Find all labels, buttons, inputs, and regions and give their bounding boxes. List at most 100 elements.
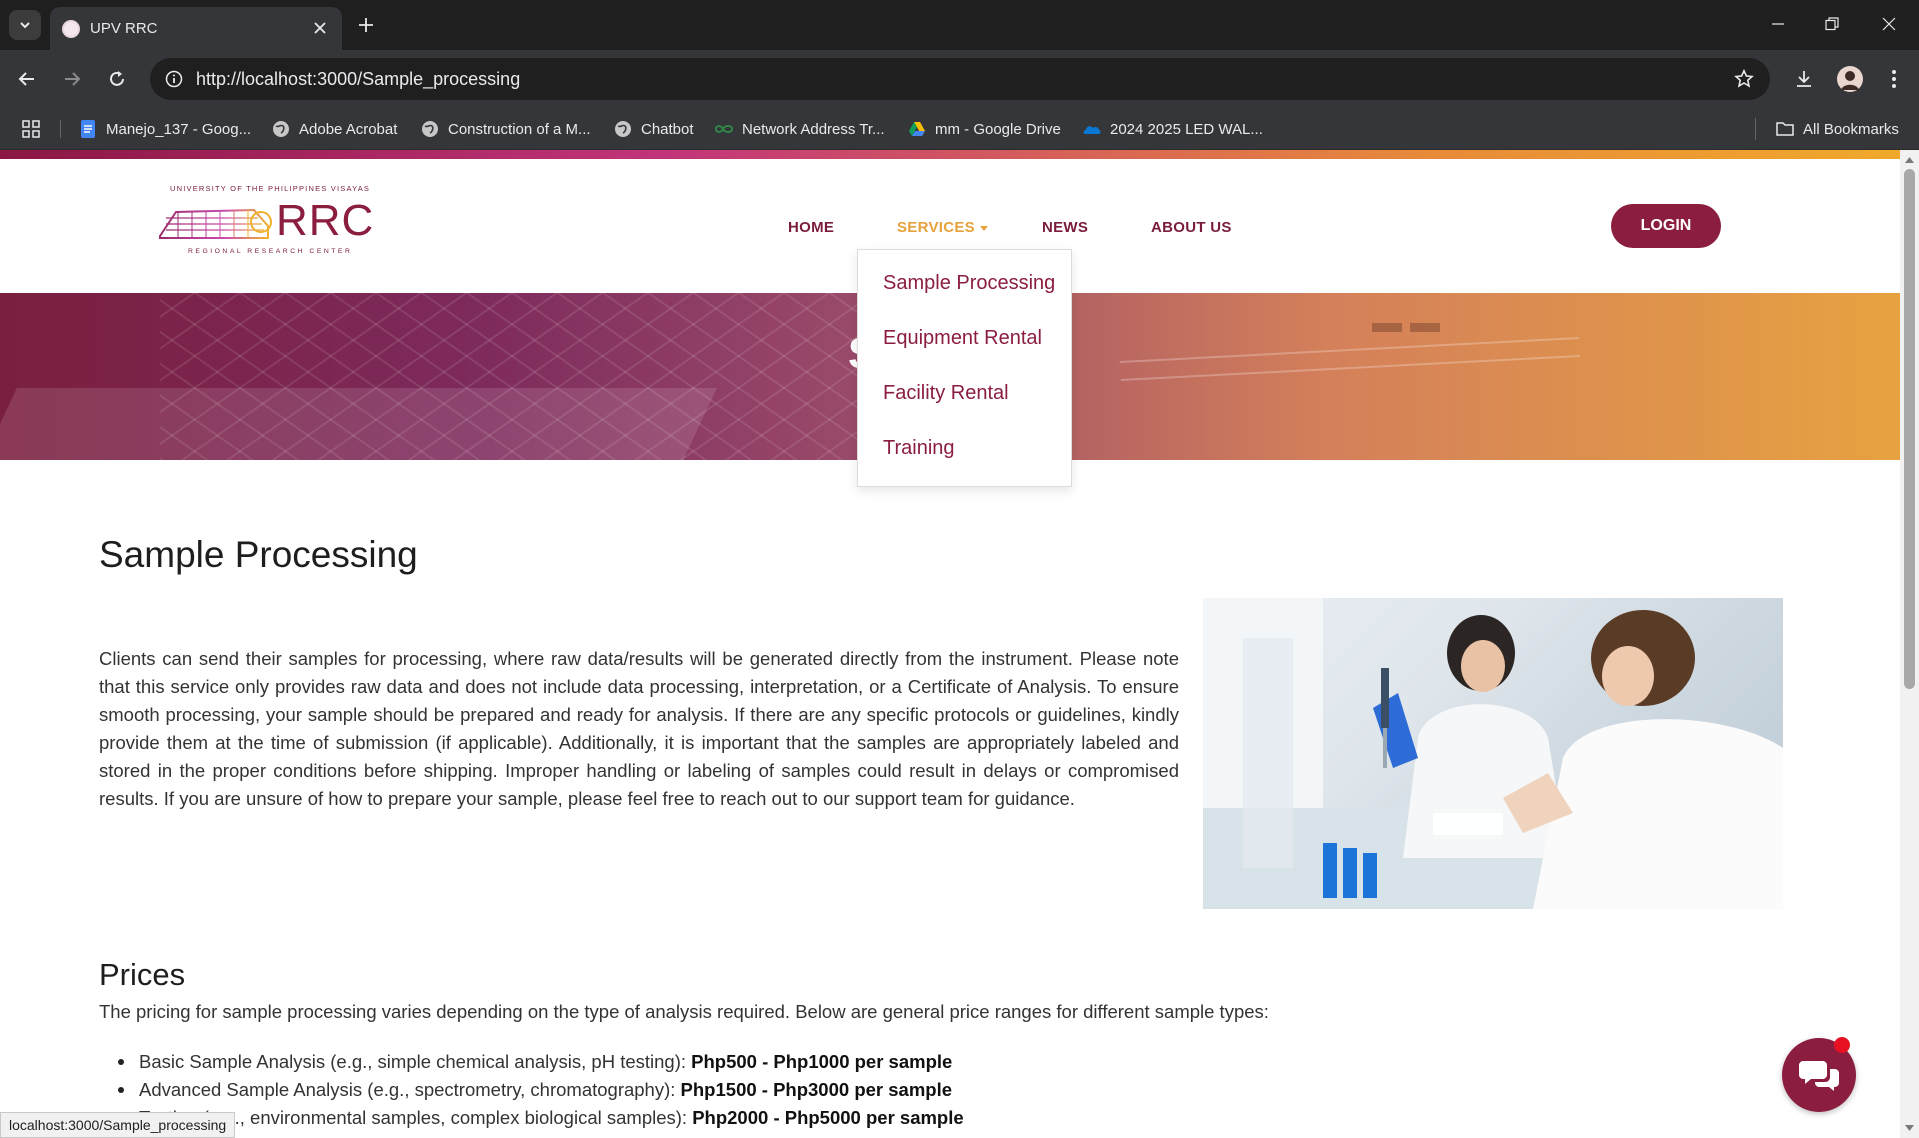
bookmarks-bar: Manejo_137 - Goog... Adobe Acrobat Const…	[0, 108, 1919, 150]
apps-button[interactable]	[22, 118, 40, 140]
avatar-icon	[1841, 71, 1859, 90]
list-item: Testing (e.g., environmental samples, co…	[118, 1104, 964, 1132]
tab-title: UPV RRC	[90, 20, 158, 37]
globe-icon	[422, 121, 438, 137]
close-icon	[1882, 17, 1896, 31]
bookmark-label: Manejo_137 - Goog...	[106, 120, 252, 138]
menu-item-training[interactable]: Training	[883, 437, 955, 460]
caret-down-icon	[980, 225, 988, 231]
url-text[interactable]: http://localhost:3000/Sample_processing	[196, 69, 520, 90]
reload-icon	[110, 71, 124, 86]
close-icon	[314, 22, 326, 34]
docs-icon	[81, 120, 95, 138]
new-tab-button[interactable]	[352, 11, 380, 39]
scroll-down-arrow-icon[interactable]	[1904, 1122, 1915, 1133]
logo-center-text: REGIONAL RESEARCH CENTER	[188, 248, 353, 255]
tab-close-button[interactable]	[308, 16, 332, 40]
more-vert-icon	[1892, 70, 1896, 88]
globe-icon	[273, 121, 289, 137]
nav-services[interactable]: SERVICES	[897, 219, 988, 236]
bookmark-construction[interactable]: Construction of a M...	[421, 118, 591, 140]
bookmark-adobe-acrobat[interactable]: Adobe Acrobat	[272, 118, 397, 140]
forward-button[interactable]	[57, 64, 87, 94]
arrow-left-icon	[18, 72, 34, 86]
price-label: Advanced Sample Analysis (e.g., spectrom…	[139, 1079, 681, 1100]
hero-vent	[1372, 323, 1402, 332]
bookmark-label: Adobe Acrobat	[299, 120, 398, 138]
gfg-icon	[715, 125, 733, 133]
logo-university-text: UNIVERSITY OF THE PHILIPPINES VISAYAS	[170, 184, 371, 193]
bookmark-led-wall[interactable]: 2024 2025 LED WAL...	[1083, 118, 1263, 140]
reload-button[interactable]	[102, 64, 132, 94]
address-bar[interactable]: http://localhost:3000/Sample_processing	[150, 58, 1770, 100]
bookmark-manejo[interactable]: Manejo_137 - Goog...	[79, 118, 251, 140]
bookmark-google-drive[interactable]: mm - Google Drive	[908, 118, 1061, 140]
bookmark-chatbot[interactable]: Chatbot	[614, 118, 694, 140]
intro-paragraph: Clients can send their samples for proce…	[99, 648, 1179, 809]
login-button[interactable]: LOGIN	[1611, 204, 1721, 248]
browser-toolbar: http://localhost:3000/Sample_processing	[0, 50, 1919, 108]
scroll-up-arrow-icon[interactable]	[1904, 154, 1915, 165]
restore-icon	[1825, 17, 1839, 31]
site-favicon-icon	[62, 20, 80, 38]
nav-about-us[interactable]: ABOUT US	[1151, 219, 1232, 236]
menu-item-sample-processing[interactable]: Sample Processing	[883, 272, 1055, 295]
price-list: Basic Sample Analysis (e.g., simple chem…	[118, 1048, 964, 1132]
menu-item-facility-rental[interactable]: Facility Rental	[883, 382, 1009, 405]
web-page: UNIVERSITY OF THE PHILIPPINES VISAYAS RR…	[0, 150, 1900, 1138]
page-title: Sample Processing	[99, 534, 418, 575]
price-label: Basic Sample Analysis (e.g., simple chem…	[139, 1051, 692, 1072]
bookmark-label: Network Address Tr...	[742, 120, 885, 138]
nav-services-label: SERVICES	[897, 219, 975, 236]
status-bar-url: localhost:3000/Sample_processing	[0, 1112, 236, 1138]
minimize-button[interactable]	[1764, 12, 1792, 36]
logo-rrc-text: RRC	[276, 196, 375, 245]
tab-search-button[interactable]	[9, 10, 41, 40]
price-value: Php2000 - Php5000 per sample	[692, 1107, 964, 1128]
bookmark-label: Chatbot	[641, 120, 694, 138]
bookmarks-divider	[60, 120, 61, 138]
bookmark-star-icon[interactable]	[1732, 67, 1756, 91]
all-bookmarks-label: All Bookmarks	[1803, 120, 1899, 138]
back-button[interactable]	[12, 64, 42, 94]
close-window-button[interactable]	[1875, 12, 1903, 36]
bookmark-network-address[interactable]: Network Address Tr...	[715, 118, 885, 140]
prices-intro: The pricing for sample processing varies…	[99, 1001, 1269, 1022]
browser-tab[interactable]: UPV RRC	[50, 7, 342, 50]
rrc-logo[interactable]: UNIVERSITY OF THE PHILIPPINES VISAYAS RR…	[158, 184, 374, 264]
downloads-button[interactable]	[1789, 64, 1819, 94]
building-logo-icon	[159, 208, 272, 239]
nav-home[interactable]: HOME	[788, 219, 834, 236]
lab-photo	[1203, 598, 1783, 909]
hero-vent	[1410, 323, 1440, 332]
folder-icon	[1776, 122, 1794, 136]
list-item: Advanced Sample Analysis (e.g., spectrom…	[118, 1076, 964, 1104]
list-item: Basic Sample Analysis (e.g., simple chem…	[118, 1048, 964, 1076]
profile-avatar[interactable]	[1837, 66, 1863, 92]
globe-icon	[615, 121, 631, 137]
bookmark-label: Construction of a M...	[448, 120, 591, 138]
onedrive-icon	[1083, 126, 1101, 134]
bookmark-label: 2024 2025 LED WAL...	[1110, 120, 1263, 138]
arrow-right-icon	[65, 72, 81, 86]
browser-menu-button[interactable]	[1879, 64, 1909, 94]
chevron-down-icon	[20, 22, 30, 29]
bookmarks-divider	[1755, 118, 1756, 140]
page-scrollbar[interactable]	[1900, 150, 1919, 1138]
lab-scientists-illustration	[1203, 598, 1783, 909]
all-bookmarks-button[interactable]: All Bookmarks	[1776, 118, 1899, 140]
site-info-icon[interactable]	[162, 67, 186, 91]
download-icon	[1797, 71, 1811, 87]
chat-bubbles-icon	[1799, 1061, 1839, 1091]
browser-tab-bar: UPV RRC	[0, 0, 1919, 50]
menu-item-equipment-rental[interactable]: Equipment Rental	[883, 327, 1042, 350]
bookmark-label: mm - Google Drive	[935, 120, 1061, 138]
nav-news[interactable]: NEWS	[1042, 219, 1088, 236]
plus-icon	[359, 18, 373, 32]
restore-button[interactable]	[1818, 12, 1846, 36]
notification-dot	[1834, 1037, 1850, 1053]
price-value: Php500 - Php1000 per sample	[691, 1051, 953, 1072]
price-value: Php1500 - Php3000 per sample	[680, 1079, 953, 1100]
services-dropdown-menu: Sample Processing Equipment Rental Facil…	[857, 249, 1072, 487]
scrollbar-thumb[interactable]	[1904, 169, 1915, 689]
